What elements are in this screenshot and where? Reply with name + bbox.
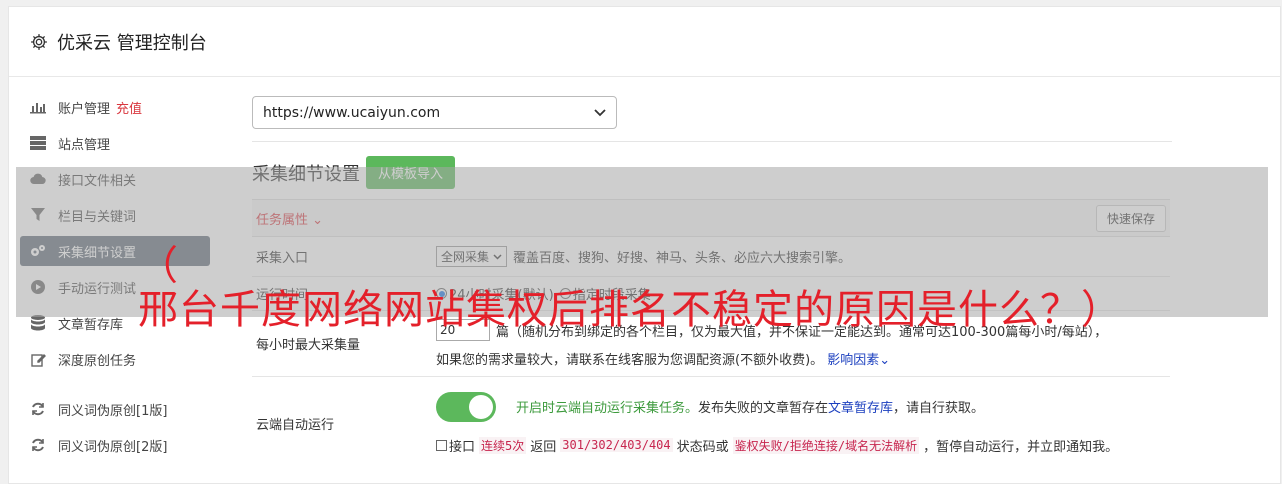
divider: [252, 141, 1172, 142]
sidebar-item-label: 接口文件相关: [58, 173, 137, 189]
site-select[interactable]: https://www.ucaiyun.com: [252, 96, 617, 129]
row-label: 云端自动运行: [256, 417, 335, 433]
cloud-text-tail: ，请自行获取。: [893, 401, 985, 416]
sidebar-item-label: 站点管理: [58, 137, 111, 153]
pause-text-d: ，暂停自动运行，并立即通知我。: [923, 439, 1119, 455]
sidebar-item-sites[interactable]: 站点管理: [20, 128, 210, 158]
sidebar-item-synonym-v2[interactable]: 同义词伪原创[2版]: [20, 430, 210, 460]
sidebar-item-label: 栏目与关键词: [58, 209, 137, 225]
play-circle-icon: [30, 279, 46, 295]
refresh-icon: [30, 437, 46, 453]
recharge-link[interactable]: 充值: [116, 98, 142, 117]
sidebar-item-interface[interactable]: 接口文件相关: [20, 164, 210, 194]
cloud-text: 发布失败的文章暂存在: [698, 401, 829, 416]
import-template-button[interactable]: 从模板导入: [366, 156, 456, 189]
sidebar-item-label: 同义词伪原创[2版]: [58, 439, 168, 455]
max-description-2: 如果您的需求量较大，请联系在线客服为您调配资源(不额外收费)。: [436, 353, 824, 368]
sidebar-item-account[interactable]: 账户管理 充值: [20, 92, 210, 122]
sidebar-item-deep-original[interactable]: 深度原创任务: [20, 344, 210, 374]
filter-icon: [30, 207, 46, 223]
row-cloud-auto: 云端自动运行 开启时云端自动运行采集任务。 发布失败的文章暂存在 文章暂存库 ，…: [252, 377, 1170, 469]
watermark-line-1: （: [138, 243, 179, 289]
refresh-icon: [30, 401, 46, 417]
cloud-auto-toggle[interactable]: [436, 391, 496, 422]
watermark-text: （ 邢台千度网络网站集权后排名不稳定的原因是什么？）: [138, 244, 1122, 332]
sidebar-item-synonym-v1[interactable]: 同义词伪原创[1版]: [20, 394, 210, 424]
pause-text-a: 接口: [449, 439, 476, 455]
cloud-line-1: 开启时云端自动运行采集任务。 发布失败的文章暂存在 文章暂存库 ，请自行获取。: [436, 391, 985, 422]
gears-icon: [30, 243, 46, 259]
max-line-2: 如果您的需求量较大，请联系在线客服为您调配资源(不额外收费)。 影响因素⌄: [436, 349, 890, 368]
article-store-link[interactable]: 文章暂存库: [828, 397, 893, 416]
sidebar-item-keywords[interactable]: 栏目与关键词: [20, 200, 210, 230]
chevron-down-icon: [594, 105, 606, 121]
watermark-line-2: 邢台千度网络网站集权后排名不稳定的原因是什么？）: [138, 287, 1122, 333]
sidebar-item-label: 深度原创任务: [58, 353, 137, 369]
task-attributes-toggle[interactable]: 任务属性 ⌄: [256, 209, 323, 228]
edit-icon: [30, 351, 46, 367]
sidebar-item-label: 手动运行测试: [58, 281, 137, 297]
task-attributes-bar: 任务属性 ⌄ 快速保存: [252, 199, 1170, 237]
site-select-value: https://www.ucaiyun.com: [263, 104, 441, 121]
code-status: 301/302/403/404: [560, 438, 673, 452]
row-value: 开启时云端自动运行采集任务。 发布失败的文章暂存在 文章暂存库 ，请自行获取。 …: [436, 377, 1170, 469]
code-errors: 鉴权失败/拒绝连接/域名无法解析: [732, 436, 920, 454]
section-header: 采集细节设置 从模板导入: [252, 156, 1163, 189]
cloud-enabled-text: 开启时云端自动运行采集任务。: [516, 401, 699, 416]
bar-chart-icon: [30, 99, 46, 115]
cloud-line-2: 接口 连续5次 返回 301/302/403/404 状态码或 鉴权失败/拒绝连…: [436, 436, 1118, 455]
pause-text-c: 状态码或: [676, 439, 729, 455]
pause-checkbox[interactable]: [436, 439, 447, 451]
sidebar-item-label: 账户管理: [58, 101, 111, 117]
header: 优采云 管理控制台: [9, 7, 1280, 77]
influence-factors-link[interactable]: 影响因素⌄: [827, 353, 890, 368]
database-icon: [30, 315, 46, 331]
pause-text-b: 返回: [530, 439, 557, 455]
sidebar-item-label: 文章暂存库: [58, 317, 124, 333]
section-title: 采集细节设置: [252, 163, 360, 185]
server-icon: [30, 135, 46, 151]
cloud-upload-icon: [30, 171, 46, 187]
page-title: 优采云 管理控制台: [57, 32, 207, 54]
gear-icon: [31, 33, 47, 50]
sidebar-item-label: 同义词伪原创[1版]: [58, 403, 168, 419]
quick-save-button[interactable]: 快速保存: [1095, 204, 1166, 232]
code-consecutive: 连续5次: [479, 436, 527, 454]
sidebar-item-label: 采集细节设置: [58, 245, 137, 261]
